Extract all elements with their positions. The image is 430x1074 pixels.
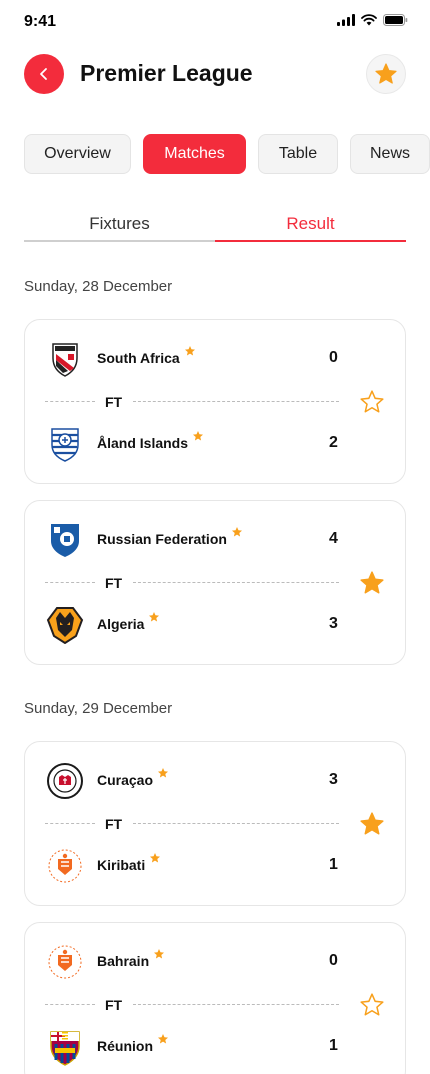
home-team-row: Curaçao 3: [45, 761, 345, 801]
chevron-left-icon: [40, 68, 47, 80]
subtab-result[interactable]: Result: [215, 210, 406, 242]
star-filled-icon[interactable]: [359, 811, 385, 837]
match-card[interactable]: Curaçao 3 FT Kiribati 1: [24, 741, 406, 906]
away-team-row: Réunion 1: [45, 1027, 345, 1067]
match-status-row: FT: [45, 573, 339, 593]
battery-icon: [383, 14, 408, 26]
match-status: FT: [105, 575, 123, 591]
away-team-row: Kiribati 1: [45, 846, 345, 886]
subtab-fixtures[interactable]: Fixtures: [24, 210, 215, 242]
status-icons: [337, 14, 408, 26]
mini-star-icon: [154, 949, 165, 959]
team-score: 4: [329, 530, 338, 547]
team-crest-icon: [45, 846, 85, 886]
mini-star-icon: [150, 853, 161, 863]
favorite-league-button[interactable]: [366, 54, 406, 94]
mini-star-icon: [184, 346, 195, 356]
star-outline-icon[interactable]: [359, 389, 385, 415]
date-heading: Sunday, 29 December: [24, 700, 173, 717]
wifi-icon: [361, 14, 377, 26]
team-crest-icon: [45, 520, 85, 560]
team-score: 1: [329, 856, 338, 873]
sub-tabs: Fixtures Result: [24, 210, 406, 244]
tab-overview[interactable]: Overview: [24, 134, 131, 174]
mini-star-icon: [158, 768, 169, 778]
team-crest-icon: [45, 761, 85, 801]
away-team-row: Algeria 3: [45, 605, 345, 645]
team-name: Bahrain: [97, 949, 165, 969]
team-score: 3: [329, 615, 338, 632]
header: Premier League: [0, 54, 430, 96]
team-crest-icon: [45, 605, 85, 645]
team-name: Kiribati: [97, 853, 161, 873]
star-outline-icon[interactable]: [359, 992, 385, 1018]
team-score: 2: [329, 434, 338, 451]
match-card[interactable]: Bahrain 0 FT Réunion 1: [24, 922, 406, 1074]
team-name: Réunion: [97, 1034, 169, 1054]
mini-star-icon: [193, 431, 204, 441]
date-heading: Sunday, 28 December: [24, 278, 173, 295]
team-name: South Africa: [97, 346, 196, 366]
home-team-row: Russian Federation 4: [45, 520, 345, 560]
team-score: 3: [329, 771, 338, 788]
star-filled-icon[interactable]: [359, 570, 385, 596]
status-time: 9:41: [24, 13, 57, 30]
team-crest-icon: [45, 339, 85, 379]
match-status-row: FT: [45, 814, 339, 834]
star-icon: [375, 63, 397, 84]
match-status: FT: [105, 816, 123, 832]
team-score: 0: [329, 952, 338, 969]
mini-star-icon: [149, 612, 160, 622]
team-score: 1: [329, 1037, 338, 1054]
match-status-row: FT: [45, 995, 339, 1015]
team-score: 0: [329, 349, 338, 366]
back-button[interactable]: [24, 54, 64, 94]
home-team-row: Bahrain 0: [45, 942, 345, 982]
mini-star-icon: [158, 1034, 168, 1044]
tab-news[interactable]: News: [350, 134, 430, 174]
team-crest-icon: [45, 942, 85, 982]
team-crest-icon: [45, 424, 85, 464]
team-name: Åland Islands: [97, 431, 204, 451]
match-card[interactable]: Russian Federation 4 FT Algeria 3: [24, 500, 406, 665]
tab-table[interactable]: Table: [258, 134, 338, 174]
team-name: Russian Federation: [97, 527, 243, 547]
tab-matches[interactable]: Matches: [143, 134, 246, 174]
signal-icon: [337, 14, 355, 26]
match-status-row: FT: [45, 392, 339, 412]
match-status: FT: [105, 394, 123, 410]
status-bar: 9:41: [0, 0, 430, 44]
mini-star-icon: [231, 527, 242, 537]
match-status: FT: [105, 997, 123, 1013]
team-name: Curaçao: [97, 768, 169, 788]
team-crest-icon: [45, 1027, 85, 1067]
match-card[interactable]: South Africa 0 FT Åland Islands 2: [24, 319, 406, 484]
team-name: Algeria: [97, 612, 160, 632]
away-team-row: Åland Islands 2: [45, 424, 345, 464]
home-team-row: South Africa 0: [45, 339, 345, 379]
page-title: Premier League: [80, 60, 253, 86]
